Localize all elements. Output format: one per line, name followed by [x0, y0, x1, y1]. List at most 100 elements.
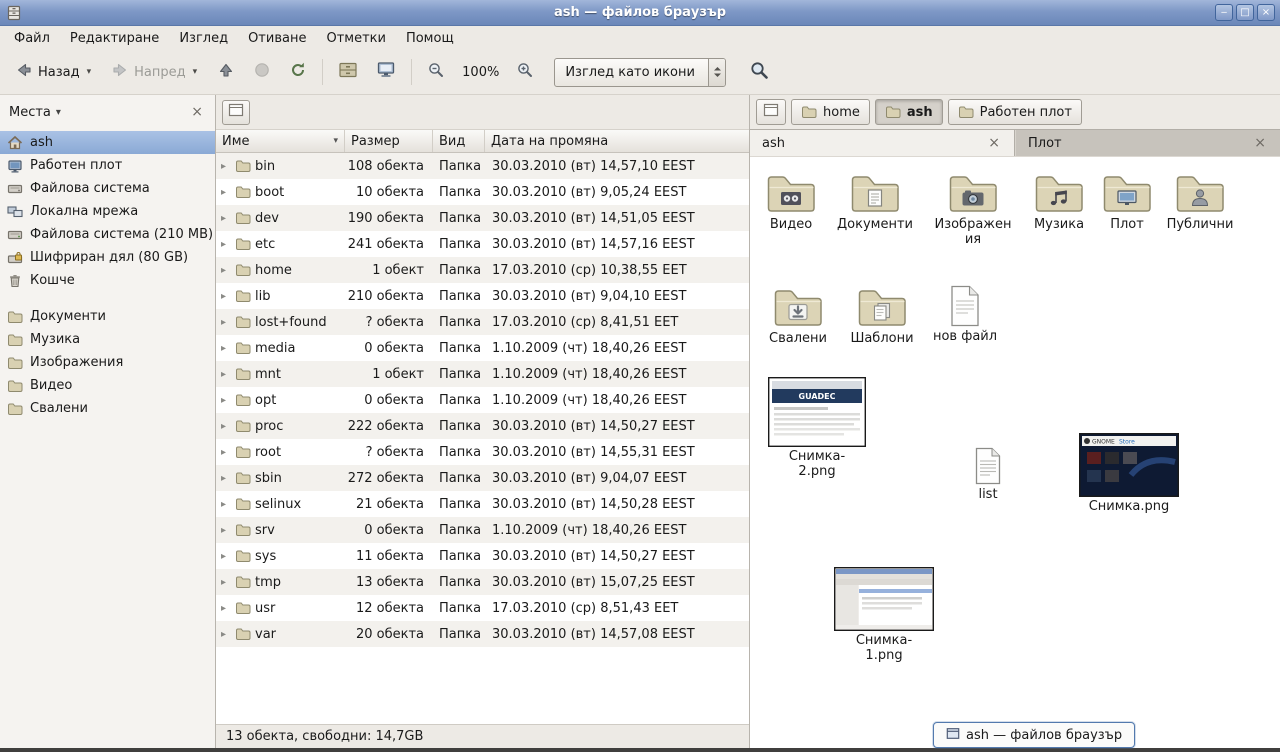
expander-icon[interactable]: ▸	[221, 499, 231, 510]
file-row[interactable]: ▸var20 обектаПапка30.03.2010 (вт) 14,57,…	[216, 621, 749, 647]
sidebar-item[interactable]: Шифриран дял (80 GB)	[0, 246, 215, 269]
icon-view-item[interactable]: GUADECСнимка-2.png	[768, 377, 866, 480]
column-header[interactable]: Дата на промяна	[485, 130, 749, 152]
file-row[interactable]: ▸tmp13 обектаПапка30.03.2010 (вт) 15,07,…	[216, 569, 749, 595]
file-row[interactable]: ▸opt0 обектаПапка1.10.2009 (чт) 18,40,26…	[216, 387, 749, 413]
icon-view-item[interactable]: list	[948, 447, 1028, 503]
icon-view-item[interactable]: нов файл	[925, 285, 1005, 345]
menu-item[interactable]: Помощ	[396, 28, 464, 49]
icon-view-item[interactable]: Изображения	[931, 171, 1015, 248]
taskbar-window-button[interactable]: ash — файлов браузър	[933, 722, 1135, 748]
expander-icon[interactable]: ▸	[221, 187, 231, 198]
expander-icon[interactable]: ▸	[221, 629, 231, 640]
file-row[interactable]: ▸etc241 обектаПапка30.03.2010 (вт) 14,57…	[216, 231, 749, 257]
file-row[interactable]: ▸mnt1 обектПапка1.10.2009 (чт) 18,40,26 …	[216, 361, 749, 387]
expander-icon[interactable]: ▸	[221, 369, 231, 380]
expander-icon[interactable]: ▸	[221, 291, 231, 302]
file-row[interactable]: ▸selinux21 обектаПапка30.03.2010 (вт) 14…	[216, 491, 749, 517]
file-row[interactable]: ▸root? обектаПапка30.03.2010 (вт) 14,55,…	[216, 439, 749, 465]
minimize-button[interactable]: ‒	[1215, 4, 1233, 21]
sidebar-item[interactable]: Видео	[0, 374, 215, 397]
file-row[interactable]: ▸sys11 обектаПапка30.03.2010 (вт) 14,50,…	[216, 543, 749, 569]
search-button[interactable]	[744, 55, 774, 89]
file-row[interactable]: ▸boot10 обектаПапка30.03.2010 (вт) 9,05,…	[216, 179, 749, 205]
expander-icon[interactable]: ▸	[221, 551, 231, 562]
back-button[interactable]: Назад ▾	[7, 54, 101, 90]
icon-view-item[interactable]: Снимка-1.png	[831, 567, 937, 664]
expander-icon[interactable]: ▸	[221, 525, 231, 536]
expander-icon[interactable]: ▸	[221, 421, 231, 432]
menu-item[interactable]: Отметки	[316, 28, 395, 49]
pathbar-root-button[interactable]	[756, 99, 786, 125]
maximize-button[interactable]: □	[1236, 4, 1254, 21]
icon-view-item[interactable]: Свалени	[760, 285, 836, 347]
pane-toggle-button[interactable]	[222, 100, 250, 125]
reload-button[interactable]	[281, 54, 315, 90]
zoom-out-button[interactable]	[419, 54, 453, 90]
menu-item[interactable]: Изглед	[169, 28, 238, 49]
sidebar-item[interactable]: Работен плот	[0, 154, 215, 177]
file-row[interactable]: ▸home1 обектПапка17.03.2010 (ср) 10,38,5…	[216, 257, 749, 283]
file-row[interactable]: ▸sbin272 обектаПапка30.03.2010 (вт) 9,04…	[216, 465, 749, 491]
close-button[interactable]: ×	[1257, 4, 1275, 21]
sidebar-item[interactable]: ash	[0, 131, 215, 154]
file-row[interactable]: ▸bin108 обектаПапка30.03.2010 (вт) 14,57…	[216, 153, 749, 179]
sidebar-item[interactable]: Музика	[0, 328, 215, 351]
sidebar-title[interactable]: Места	[9, 105, 51, 120]
file-row[interactable]: ▸proc222 обектаПапка30.03.2010 (вт) 14,5…	[216, 413, 749, 439]
sidebar-close-icon[interactable]: ×	[188, 104, 206, 120]
icon-view-item[interactable]: Видео	[753, 171, 829, 233]
tab-close-icon[interactable]: ×	[1252, 135, 1268, 151]
sidebar-item[interactable]: Локална мрежа	[0, 200, 215, 223]
sidebar-item[interactable]: Свалени	[0, 397, 215, 420]
view-mode-combobox[interactable]: Изглед като икони	[554, 58, 726, 87]
expander-icon[interactable]: ▸	[221, 317, 231, 328]
sort-indicator-icon[interactable]: ▾	[333, 136, 338, 146]
tab-close-icon[interactable]: ×	[986, 135, 1002, 151]
expander-icon[interactable]: ▸	[221, 213, 231, 224]
icon-view-item[interactable]: Плот	[1093, 171, 1161, 233]
menu-item[interactable]: Отиване	[238, 28, 316, 49]
path-button[interactable]: ash	[875, 99, 943, 125]
tab[interactable]: Плот×	[1015, 130, 1280, 156]
combobox-stepper-icon[interactable]	[708, 59, 725, 86]
path-button[interactable]: home	[791, 99, 870, 125]
path-button[interactable]: Работен плот	[948, 99, 1082, 125]
stop-button[interactable]	[245, 54, 279, 90]
expander-icon[interactable]: ▸	[221, 395, 231, 406]
expander-icon[interactable]: ▸	[221, 239, 231, 250]
menu-item[interactable]: Редактиране	[60, 28, 169, 49]
back-history-dropdown-icon[interactable]: ▾	[85, 67, 94, 77]
file-row[interactable]: ▸usr12 обектаПапка17.03.2010 (ср) 8,51,4…	[216, 595, 749, 621]
icon-view-item[interactable]: Музика	[1021, 171, 1097, 233]
titlebar[interactable]: ash — файлов браузър ‒ □ ×	[0, 0, 1280, 26]
forward-button[interactable]: Напред ▾	[103, 54, 207, 90]
file-row[interactable]: ▸media0 обектаПапка1.10.2009 (чт) 18,40,…	[216, 335, 749, 361]
expander-icon[interactable]: ▸	[221, 603, 231, 614]
zoom-in-button[interactable]	[508, 54, 542, 90]
column-header[interactable]: Име▾	[216, 130, 345, 152]
icon-view-item[interactable]: Публични	[1160, 171, 1240, 233]
sidebar-item[interactable]: Изображения	[0, 351, 215, 374]
forward-history-dropdown-icon[interactable]: ▾	[191, 67, 200, 77]
icon-view-item[interactable]: Документи	[833, 171, 917, 233]
computer-button[interactable]	[368, 54, 404, 90]
sidebar-item[interactable]: Файлова система (210 MB)	[0, 223, 215, 246]
chevron-down-icon[interactable]: ▾	[56, 107, 61, 118]
expander-icon[interactable]: ▸	[221, 265, 231, 276]
expander-icon[interactable]: ▸	[221, 577, 231, 588]
sidebar-item[interactable]: Файлова система	[0, 177, 215, 200]
icon-view-item[interactable]: GNOMEStoreСнимка.png	[1076, 433, 1182, 515]
menu-item[interactable]: Файл	[4, 28, 60, 49]
expander-icon[interactable]: ▸	[221, 447, 231, 458]
sidebar-item[interactable]: Кошче	[0, 269, 215, 292]
file-row[interactable]: ▸srv0 обектаПапка1.10.2009 (чт) 18,40,26…	[216, 517, 749, 543]
icon-view-item[interactable]: Шаблони	[844, 285, 920, 347]
up-button[interactable]	[209, 54, 243, 90]
file-row[interactable]: ▸dev190 обектаПапка30.03.2010 (вт) 14,51…	[216, 205, 749, 231]
icon-view[interactable]: ВидеоДокументиИзображенияМузикаПлотПубли…	[750, 156, 1280, 748]
expander-icon[interactable]: ▸	[221, 343, 231, 354]
tab[interactable]: ash×	[750, 130, 1015, 156]
file-row[interactable]: ▸lib210 обектаПапка30.03.2010 (вт) 9,04,…	[216, 283, 749, 309]
home-folder-button[interactable]	[330, 54, 366, 90]
